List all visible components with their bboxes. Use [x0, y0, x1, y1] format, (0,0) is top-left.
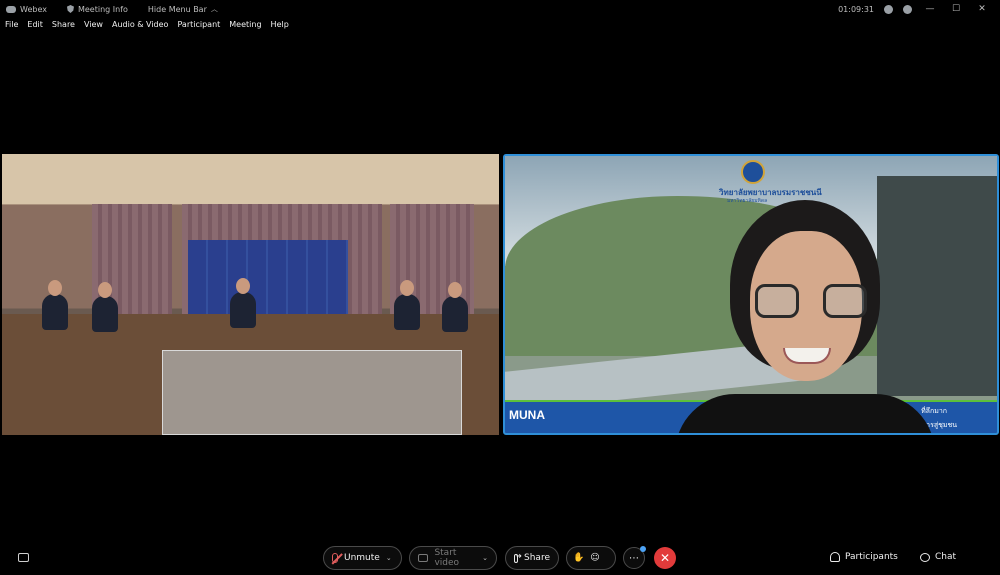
participants-icon: [830, 552, 840, 562]
college-subtitle: มหาวิทยาลัยมหิดล: [727, 198, 768, 204]
share-button[interactable]: Share: [505, 546, 559, 570]
unmute-button[interactable]: Unmute ⌄: [323, 546, 402, 570]
video-tile-active-speaker[interactable]: วิทยาลัยพยาบาลบรมราชชนนี มหาวิทยาลัยมหิด…: [503, 154, 999, 435]
speaker-shirt: [675, 394, 935, 433]
webex-logo-icon: [6, 5, 16, 13]
menu-audio-video[interactable]: Audio & Video: [112, 20, 168, 34]
status-icon[interactable]: [903, 4, 912, 14]
participant-figure: [230, 292, 256, 328]
menu-help[interactable]: Help: [271, 20, 289, 34]
title-bar: Webex Meeting Info Hide Menu Bar ︿ 01:09…: [0, 0, 1000, 18]
mu-backdrop: [188, 240, 348, 314]
participant-head: [98, 282, 112, 298]
glasses-left-lens: [755, 284, 799, 318]
participants-button[interactable]: Participants: [830, 552, 898, 562]
participant-figure: [394, 294, 420, 330]
app-name: Webex: [20, 4, 47, 14]
participant-head: [236, 278, 250, 294]
meeting-controls: Unmute ⌄ Start video ⌄ Share ✋ ☺ ⋯ ✕ Par…: [0, 540, 1000, 575]
chevron-down-icon[interactable]: ⌄: [386, 554, 392, 562]
notification-dot: [640, 546, 646, 552]
menu-edit[interactable]: Edit: [27, 20, 43, 34]
reactions-icon[interactable]: ☺: [590, 553, 599, 563]
share-screen-icon: [514, 552, 522, 563]
college-logo-icon: [741, 160, 765, 184]
menu-bar: File Edit Share View Audio & Video Parti…: [0, 20, 289, 34]
chat-icon: [920, 552, 930, 562]
participant-figure: [42, 294, 68, 330]
menu-participant[interactable]: Participant: [177, 20, 220, 34]
participant-head: [400, 280, 414, 296]
start-video-label: Start video: [434, 548, 460, 568]
participant-head: [48, 280, 62, 296]
minimize-button[interactable]: —: [922, 4, 938, 14]
glasses-right-lens: [823, 284, 867, 318]
architectural-model: [162, 350, 462, 435]
maximize-button[interactable]: ☐: [948, 4, 964, 14]
background-building: [877, 176, 997, 396]
video-tile-meeting-room[interactable]: [2, 154, 499, 435]
meeting-info-label: Meeting Info: [77, 4, 128, 14]
captions-icon[interactable]: [18, 553, 29, 562]
camera-off-icon: [418, 554, 429, 562]
participants-label: Participants: [845, 552, 898, 562]
title-bar-right: 01:09:31 — ☐ ✕: [838, 0, 1000, 18]
end-meeting-button[interactable]: ✕: [654, 547, 676, 569]
room-ceiling: [2, 154, 499, 204]
hide-menu-bar-button[interactable]: Hide Menu Bar ︿: [148, 4, 218, 14]
menu-share[interactable]: Share: [52, 20, 75, 34]
meeting-info-button[interactable]: Meeting Info: [66, 4, 128, 14]
app-title: Webex: [6, 5, 47, 14]
chevron-down-icon[interactable]: ⌄: [482, 554, 488, 562]
share-label: Share: [524, 553, 550, 563]
mic-muted-icon: [332, 553, 338, 563]
chat-button[interactable]: Chat: [920, 552, 956, 562]
shield-icon: [66, 5, 74, 13]
chevron-up-icon: ︿: [210, 5, 218, 13]
meeting-timer: 01:09:31: [838, 4, 874, 14]
menu-view[interactable]: View: [84, 20, 103, 34]
raise-hand-icon[interactable]: ✋: [573, 553, 584, 563]
reactions-group: ✋ ☺: [566, 546, 616, 570]
menu-file[interactable]: File: [5, 20, 18, 34]
connection-icon[interactable]: [884, 4, 893, 14]
participant-figure: [442, 296, 468, 332]
chat-label: Chat: [935, 552, 957, 562]
unmute-label: Unmute: [344, 553, 380, 563]
banner-text-1: ที่ลึกมาก: [921, 407, 947, 415]
menu-meeting[interactable]: Meeting: [229, 20, 261, 34]
participant-head: [448, 282, 462, 298]
start-video-button[interactable]: Start video ⌄: [409, 546, 497, 570]
participant-figure: [92, 296, 118, 332]
hide-menu-bar-label: Hide Menu Bar: [147, 4, 207, 14]
participant-name-label: MUNA: [509, 408, 545, 422]
close-window-button[interactable]: ✕: [974, 4, 990, 14]
